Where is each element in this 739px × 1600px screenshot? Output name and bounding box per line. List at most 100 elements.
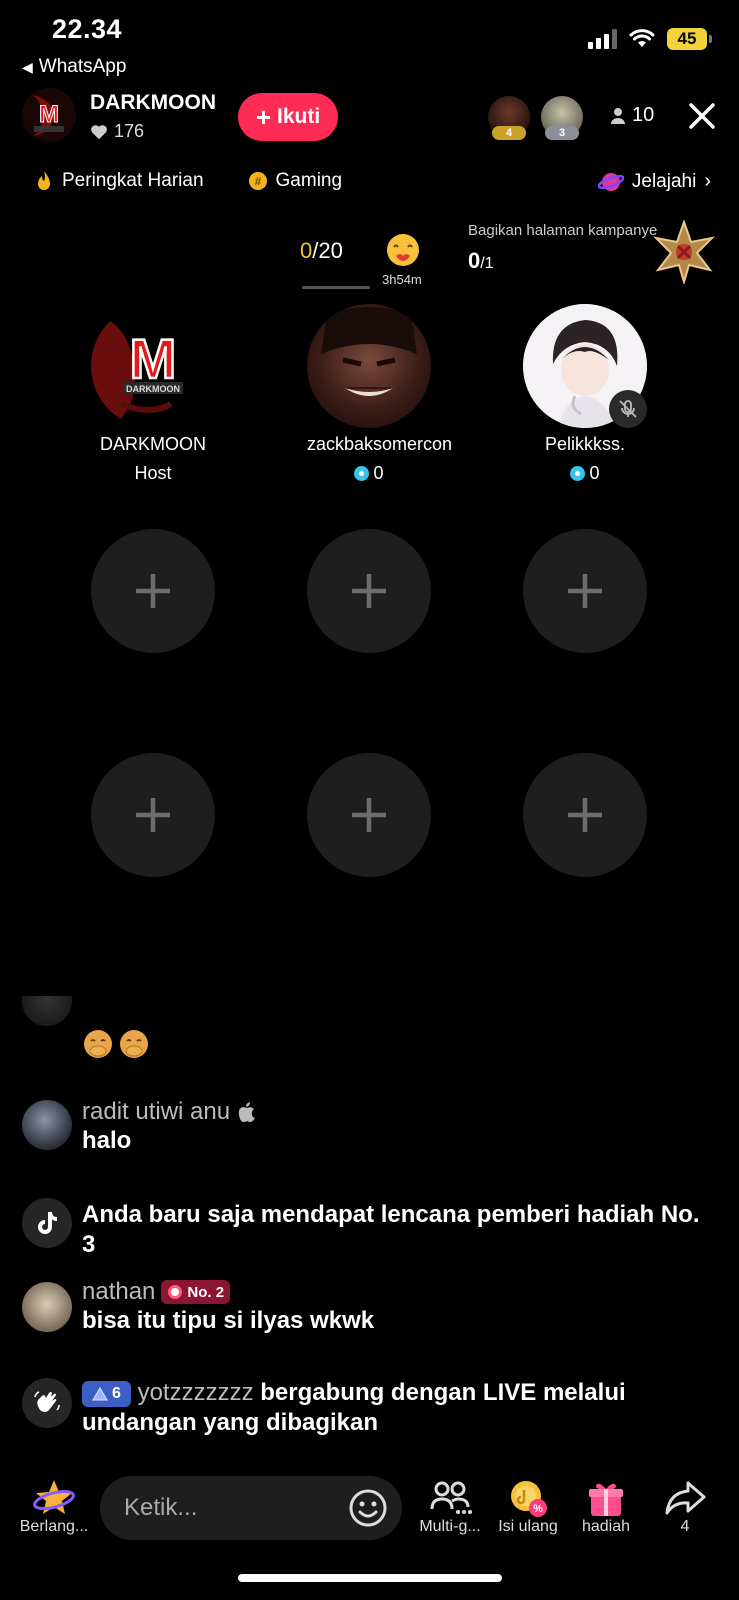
faded-chat-avatar	[22, 996, 72, 1036]
multi-guest-button[interactable]: Multi-g...	[412, 1478, 488, 1536]
recharge-label: Isi ulang	[498, 1518, 558, 1535]
mic-muted-icon	[609, 390, 647, 428]
guest-seat[interactable]: Pelikkkss. 0	[523, 304, 647, 484]
seat-avatar	[523, 304, 647, 428]
hand-over-mouth-emoji-icon	[84, 1030, 112, 1058]
seat-role: Host	[134, 463, 172, 483]
recharge-button[interactable]: % Isi ulang	[490, 1478, 566, 1536]
chat-user-avatar[interactable]	[22, 1100, 72, 1150]
explore-link[interactable]: Jelajahi ›	[597, 170, 711, 193]
gaming-label: Gaming	[275, 170, 343, 191]
home-indicator[interactable]	[238, 1574, 502, 1582]
follow-button[interactable]: + Ikuti	[238, 93, 338, 141]
close-icon[interactable]	[686, 100, 718, 132]
host-avatar[interactable]: M	[22, 88, 76, 142]
seat-diamonds: 0	[307, 463, 431, 484]
viewer-count-value: 10	[632, 104, 655, 126]
star-ring-icon	[33, 1480, 75, 1514]
heart-icon	[91, 124, 107, 139]
host-seat[interactable]: M DARKMOON DARKMOON Host	[91, 304, 215, 484]
svg-text:#: #	[254, 175, 261, 189]
comment-input-box[interactable]	[100, 1476, 402, 1540]
emoji-icon[interactable]	[348, 1488, 388, 1528]
diamond-count: 0	[373, 463, 384, 483]
top-gifter-avatar[interactable]: 4	[488, 96, 530, 140]
empty-seat[interactable]	[307, 753, 431, 877]
gift-goal-progress[interactable]: 0/20	[300, 238, 343, 264]
subscribe-label: Berlang...	[19, 1518, 89, 1535]
gifter-rank-badge: No. 2	[161, 1280, 231, 1304]
multi-guest-icon	[430, 1481, 472, 1514]
rank-badge: 3	[545, 126, 579, 140]
empty-seat[interactable]	[307, 529, 431, 653]
chat-username[interactable]: yotzzzzzzz	[138, 1379, 254, 1406]
chat-text: halo	[82, 1127, 132, 1154]
guest-seat[interactable]: zackbaksomercon 0	[307, 304, 453, 484]
multi-guest-label: Multi-g...	[419, 1518, 481, 1535]
explore-label: Jelajahi	[631, 170, 697, 192]
share-button[interactable]: 4	[648, 1478, 722, 1536]
chat-username[interactable]: radit utiwi anu	[82, 1098, 230, 1126]
diamond-count: 0	[589, 463, 600, 483]
seat-name: Pelikkkss.	[544, 434, 625, 454]
seat-name: zackbaksomercon	[307, 434, 453, 454]
svg-text:%: %	[533, 1503, 543, 1515]
campaign-text[interactable]: Bagikan halaman kampanye	[468, 222, 657, 239]
status-time: 22.34	[52, 14, 123, 44]
follow-label: Ikuti	[277, 105, 321, 128]
battery-icon: 45	[667, 28, 712, 50]
person-icon	[611, 107, 625, 124]
wifi-icon	[629, 29, 655, 47]
seat-avatar	[307, 304, 431, 428]
gift-button[interactable]: hadiah	[568, 1478, 644, 1536]
diamond-icon	[354, 466, 370, 481]
host-name[interactable]: DARKMOON	[90, 91, 216, 115]
plus-icon	[568, 574, 602, 608]
host-likes: 176	[90, 121, 144, 142]
join-message: 6 yotzzzzzzz bergabung dengan LIVE melal…	[82, 1378, 712, 1438]
viewer-count[interactable]: 10	[610, 104, 654, 127]
empty-seat[interactable]	[91, 753, 215, 877]
level-badge: 6	[82, 1380, 131, 1407]
battery-level: 45	[677, 29, 697, 48]
level-text: 6	[112, 1384, 121, 1402]
chat-username[interactable]: nathan	[82, 1278, 155, 1306]
goal-progress-bar	[302, 286, 370, 289]
plus-icon	[352, 574, 386, 608]
rank-badge: 4	[492, 126, 526, 140]
subscribe-button[interactable]: Berlang...	[14, 1478, 94, 1536]
back-to-app-link[interactable]: ◀ WhatsApp	[22, 56, 126, 78]
hugging-heart-emoji-icon	[387, 234, 419, 266]
svg-text:M: M	[130, 327, 177, 390]
coin-discount-icon: %	[511, 1481, 547, 1517]
category-row: Peringkat Harian # Gaming	[34, 170, 342, 192]
gift-icon	[589, 1483, 623, 1516]
cellular-signal-icon	[588, 29, 617, 49]
campaign-star-badge-icon[interactable]	[652, 220, 716, 284]
seat-avatar: M DARKMOON	[91, 304, 215, 428]
goal-total: /20	[312, 238, 343, 263]
daily-rank-link[interactable]: Peringkat Harian	[34, 170, 204, 192]
chat-message: nathan No. 2 bisa itu tipu si ilyas wkwk	[82, 1278, 374, 1336]
top-gifter-avatar[interactable]: 3	[541, 96, 583, 140]
chat-user-avatar[interactable]	[22, 1282, 72, 1332]
gaming-tag[interactable]: # Gaming	[248, 170, 343, 192]
plus-icon	[568, 798, 602, 832]
join-system-avatar	[22, 1378, 72, 1428]
status-icons: 45	[588, 28, 712, 50]
svg-text:DARKMOON: DARKMOON	[126, 384, 180, 394]
empty-seat[interactable]	[523, 529, 647, 653]
apple-icon	[238, 1102, 256, 1122]
empty-seat[interactable]	[523, 753, 647, 877]
plus-icon: +	[255, 102, 271, 132]
waving-hand-icon	[34, 1391, 60, 1412]
share-arrow-icon	[665, 1481, 706, 1515]
chat-message: radit utiwi anu halo	[82, 1098, 256, 1156]
tiktok-system-avatar	[22, 1198, 72, 1248]
comment-input[interactable]	[122, 1493, 326, 1523]
chevron-right-icon: ›	[704, 170, 711, 192]
dark-face-image	[321, 307, 417, 396]
faded-chat-emojis	[82, 1028, 150, 1060]
empty-seat[interactable]	[91, 529, 215, 653]
hashtag-icon: #	[248, 172, 267, 190]
